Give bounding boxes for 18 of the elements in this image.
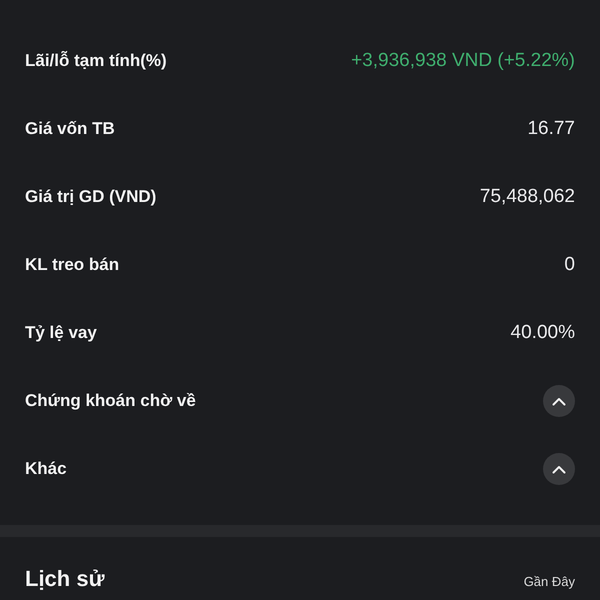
expand-toggle-button[interactable] xyxy=(543,385,575,417)
section-label[interactable]: Khác xyxy=(25,459,67,479)
section-label[interactable]: Chứng khoán chờ về xyxy=(25,391,196,411)
expand-toggle-button[interactable] xyxy=(543,453,575,485)
field-label: Tỷ lệ vay xyxy=(25,323,97,343)
field-label: Lãi/lỗ tạm tính(%) xyxy=(25,51,167,71)
field-label: Giá vốn TB xyxy=(25,119,115,139)
field-label: KL treo bán xyxy=(25,255,120,275)
field-value: 0 xyxy=(564,254,575,276)
field-label: Giá trị GD (VND) xyxy=(25,187,156,207)
history-heading: Lịch sử xyxy=(25,566,105,592)
chevron-up-icon xyxy=(552,396,566,406)
field-value: 75,488,062 xyxy=(480,186,575,208)
field-value: 16.77 xyxy=(527,118,575,140)
chevron-up-icon xyxy=(552,464,566,474)
field-value: 40.00% xyxy=(510,322,575,344)
field-value: +3,936,938 VND (+5.22%) xyxy=(351,50,575,72)
recent-link[interactable]: Gần Đây xyxy=(524,574,575,589)
